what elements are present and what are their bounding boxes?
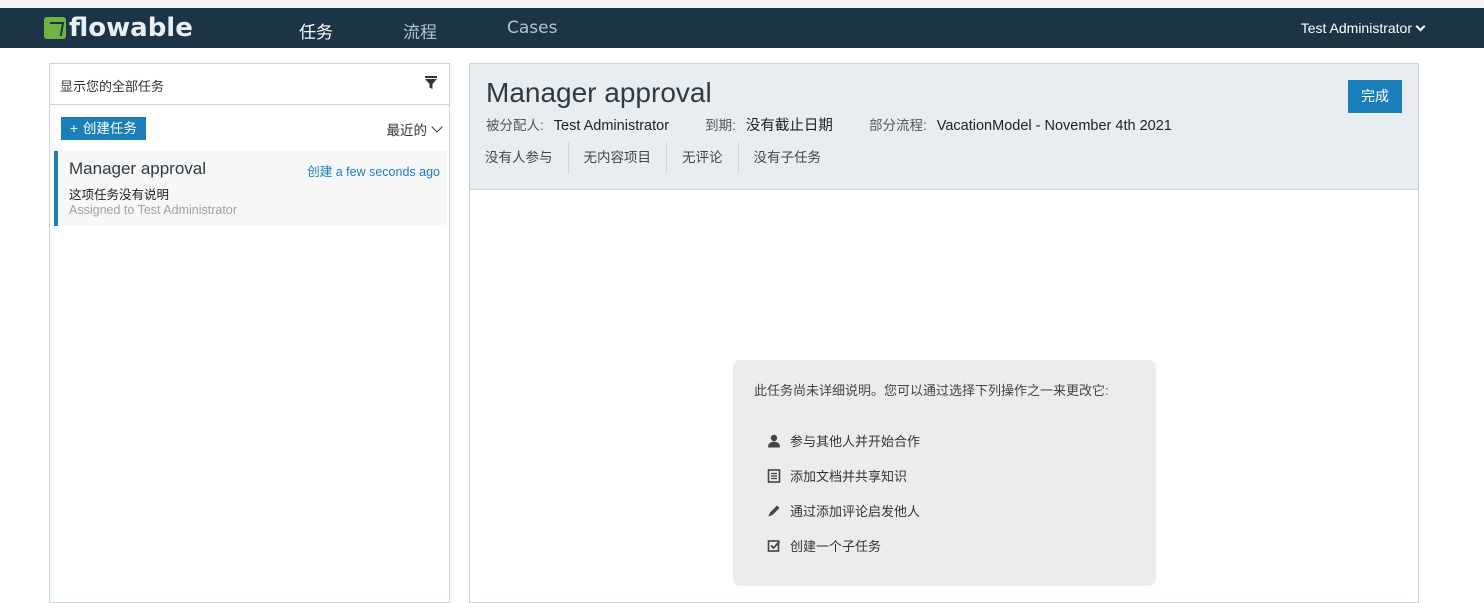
flowable-logo[interactable]: flowable xyxy=(44,13,193,43)
add-document-label: 添加文档并共享知识 xyxy=(790,469,908,484)
task-created-prefix: 创建 xyxy=(307,165,333,179)
complete-button[interactable]: 完成 xyxy=(1348,80,1402,113)
chevron-down-icon xyxy=(431,120,443,133)
nav-tab-processes[interactable]: 流程 xyxy=(403,18,437,43)
task-created: 创建 a few seconds ago xyxy=(307,161,440,180)
process-value[interactable]: VacationModel - November 4th 2021 xyxy=(937,118,1172,134)
navbar: flowable 任务 流程 Cases Test Administrator xyxy=(0,8,1484,48)
create-subtask-action[interactable]: 创建一个子任务 xyxy=(767,536,881,555)
task-list-item[interactable]: Manager approval 创建 a few seconds ago 这项… xyxy=(54,151,447,226)
task-list-panel: 显示您的全部任务 + 创建任务 最近的 Manager approval 创建 … xyxy=(49,63,450,603)
task-title: Manager approval xyxy=(486,77,712,108)
chevron-down-icon xyxy=(1415,21,1426,31)
assignee-label: 被分配人: xyxy=(486,118,544,133)
user-name: Test Administrator xyxy=(1300,20,1412,36)
checkbox-icon xyxy=(767,539,781,552)
task-assignee: Assigned to Test Administrator xyxy=(69,203,237,217)
document-icon xyxy=(767,468,781,483)
add-comment-action[interactable]: 通过添加评论启发他人 xyxy=(767,501,920,520)
help-intro: 此任务尚未详细说明。您可以通过选择下列操作之一来更改它: xyxy=(754,383,1109,398)
sort-label: 最近的 xyxy=(386,123,428,138)
logo-text: flowable xyxy=(69,13,193,43)
add-comment-label: 通过添加评论启发他人 xyxy=(790,504,921,519)
due-label: 到期: xyxy=(705,118,736,133)
sort-dropdown[interactable]: 最近的 xyxy=(386,119,443,139)
task-description: 这项任务没有说明 xyxy=(69,188,170,202)
involve-people-label: 参与其他人并开始合作 xyxy=(790,434,921,449)
involve-people-action[interactable]: 参与其他人并开始合作 xyxy=(767,431,920,450)
filter-icon[interactable] xyxy=(425,76,437,90)
task-created-time: a few seconds ago xyxy=(335,165,440,179)
pencil-icon xyxy=(768,505,780,516)
flowable-logo-icon xyxy=(44,17,66,39)
user-menu[interactable]: Test Administrator xyxy=(1300,20,1426,36)
create-task-button[interactable]: + 创建任务 xyxy=(61,117,146,140)
user-icon xyxy=(768,434,780,447)
add-document-action[interactable]: 添加文档并共享知识 xyxy=(767,466,907,485)
top-strip xyxy=(0,0,1484,8)
assignee-value[interactable]: Test Administrator xyxy=(554,118,669,134)
help-box: 此任务尚未详细说明。您可以通过选择下列操作之一来更改它: 参与其他人并开始合作 … xyxy=(733,360,1156,586)
task-detail-header: Manager approval 完成 被分配人: Test Administr… xyxy=(470,64,1418,190)
create-subtask-label: 创建一个子任务 xyxy=(790,539,882,554)
task-counts: 没有人参与 无内容项目 无评论 没有子任务 xyxy=(470,142,836,174)
people-count[interactable]: 没有人参与 xyxy=(470,142,569,174)
comment-count[interactable]: 无评论 xyxy=(667,142,739,174)
create-task-label: 创建任务 xyxy=(82,121,137,136)
nav-tab-cases[interactable]: Cases xyxy=(507,18,557,38)
due-value[interactable]: 没有截止日期 xyxy=(746,118,833,134)
task-list-toolbar: + 创建任务 最近的 xyxy=(50,105,449,151)
subtask-count[interactable]: 没有子任务 xyxy=(739,142,837,174)
task-meta: 被分配人: Test Administrator 到期: 没有截止日期 部分流程… xyxy=(486,114,1178,135)
task-detail-panel: Manager approval 完成 被分配人: Test Administr… xyxy=(469,63,1419,603)
plus-icon: + xyxy=(70,121,78,136)
process-label: 部分流程: xyxy=(868,118,927,133)
active-tab-caret xyxy=(309,40,323,47)
content-count[interactable]: 无内容项目 xyxy=(569,142,667,174)
filter-label: 显示您的全部任务 xyxy=(60,79,165,94)
filter-bar[interactable]: 显示您的全部任务 xyxy=(50,64,449,105)
task-name: Manager approval xyxy=(69,159,207,178)
